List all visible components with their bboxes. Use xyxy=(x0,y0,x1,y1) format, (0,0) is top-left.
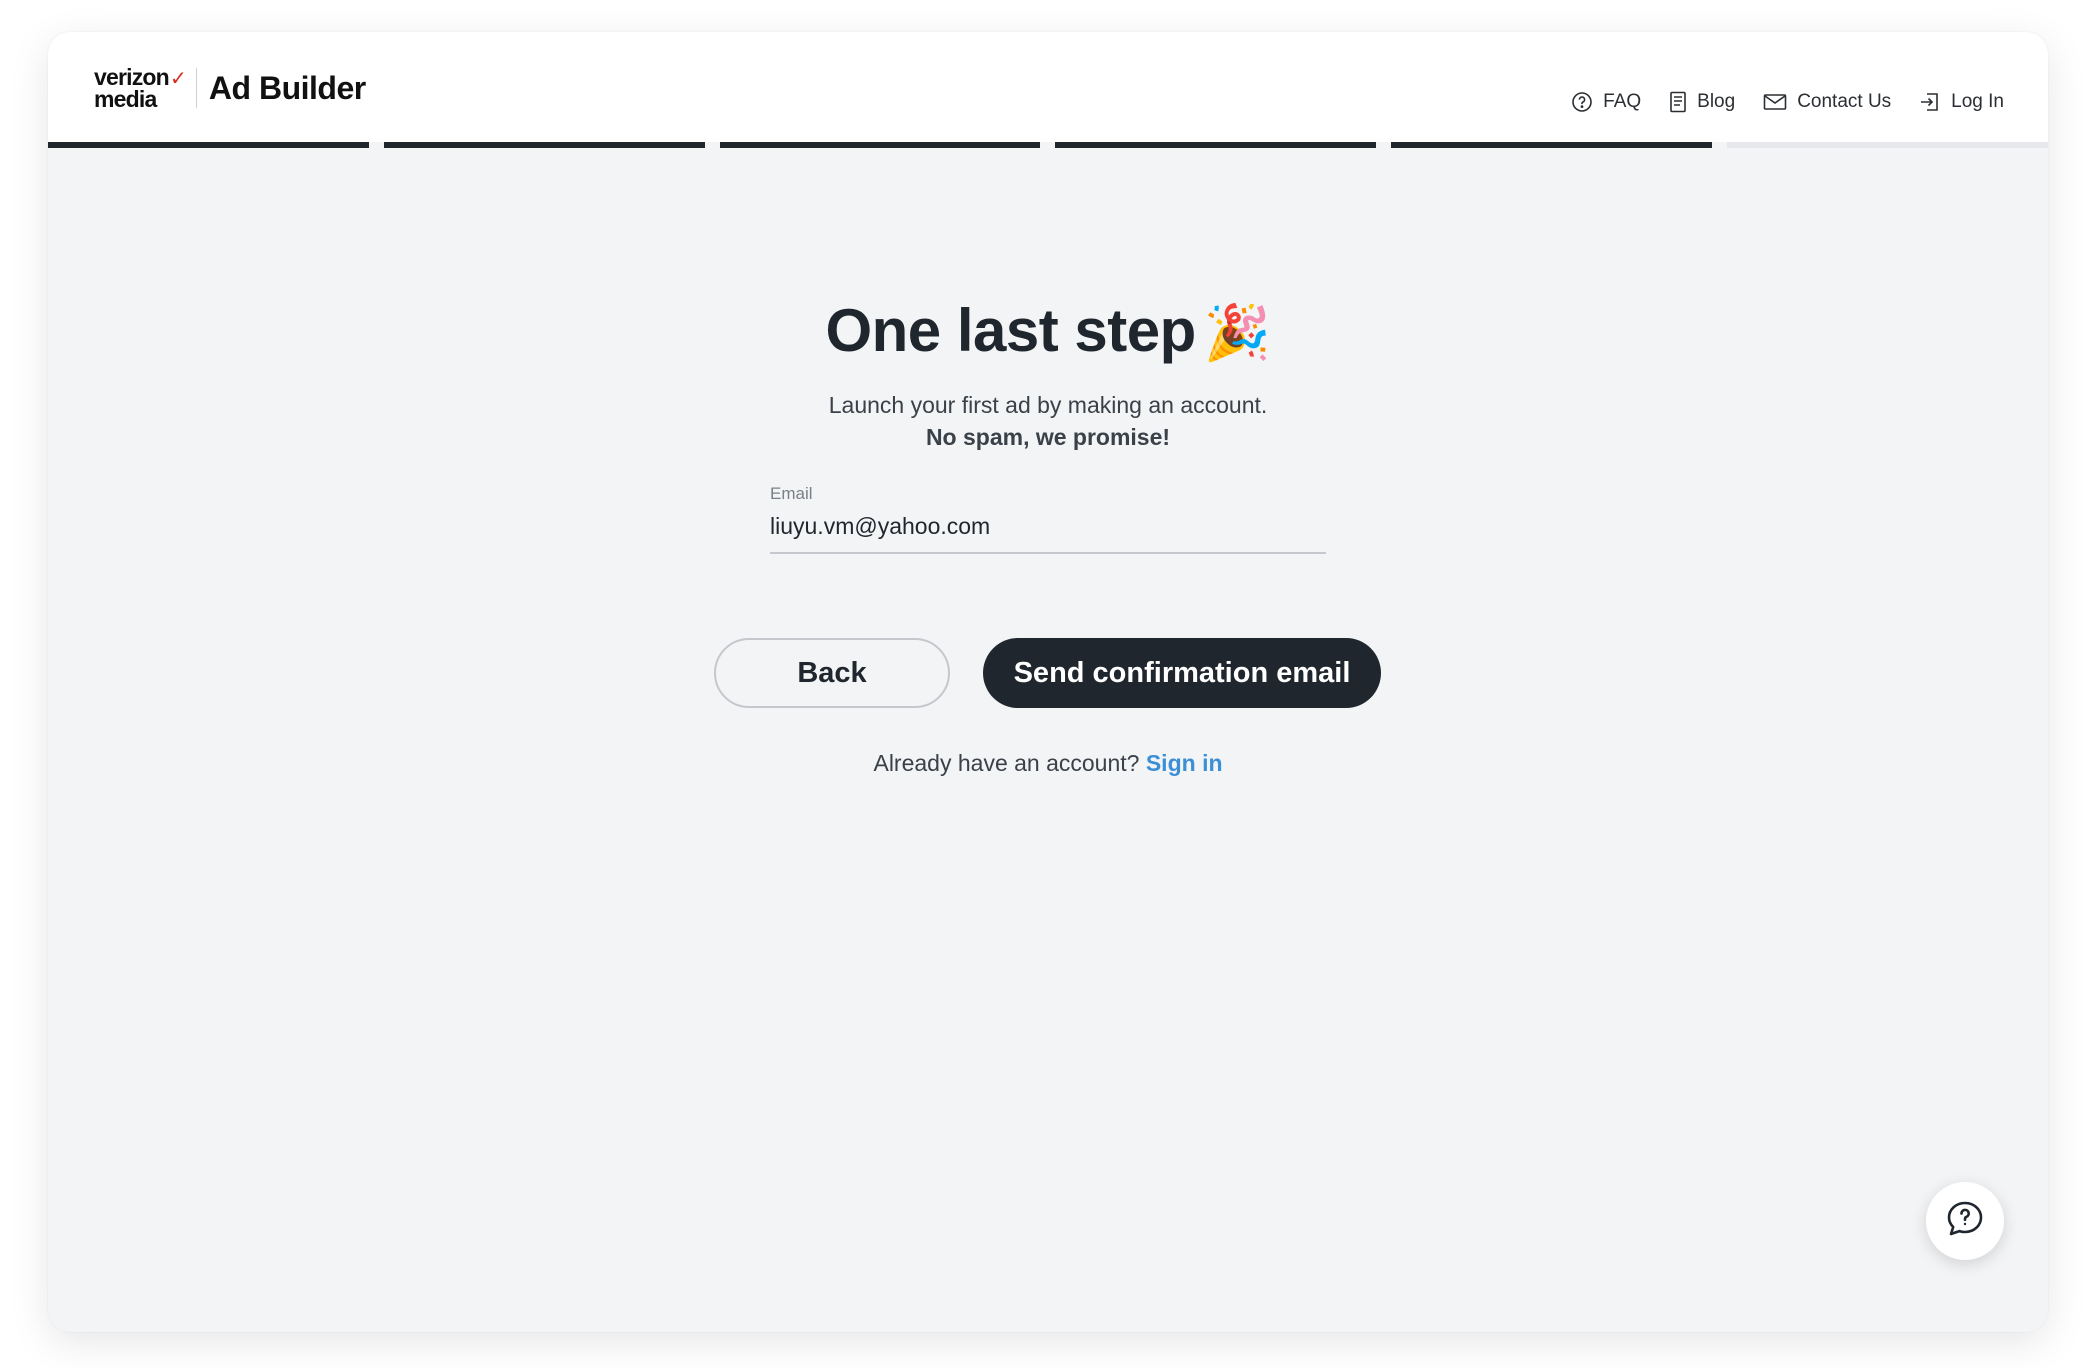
progress-step-6 xyxy=(1727,142,2048,148)
logo[interactable]: verizon✓ media Ad Builder xyxy=(94,64,366,112)
page-title: One last step 🎉 xyxy=(48,296,2048,365)
product-name: Ad Builder xyxy=(208,69,366,106)
nav-blog-label: Blog xyxy=(1697,91,1736,112)
chat-help-button[interactable] xyxy=(1926,1182,2004,1260)
app-window: verizon✓ media Ad Builder FAQ Blog Conta… xyxy=(48,32,2048,1332)
progress-step-3 xyxy=(719,142,1041,148)
question-circle-icon xyxy=(1571,91,1593,113)
progress-step-5 xyxy=(1391,142,1713,148)
logo-divider xyxy=(195,68,197,108)
nav-faq-label: FAQ xyxy=(1603,91,1642,112)
email-field: Email xyxy=(770,478,1326,554)
send-confirmation-email-button[interactable]: Send confirmation email xyxy=(983,638,1381,708)
chat-help-icon xyxy=(1944,1198,1986,1245)
no-spam-note: No spam, we promise! xyxy=(925,424,1171,450)
back-button[interactable]: Back xyxy=(714,638,950,708)
party-popper-icon: 🎉 xyxy=(1203,303,1271,363)
page-subtitle: Launch your first ad by making an accoun… xyxy=(828,392,1268,418)
brand-line2: media xyxy=(94,86,157,112)
page-title-text: One last step xyxy=(825,297,1196,364)
step-progress-bar xyxy=(48,142,2048,148)
sign-in-link[interactable]: Sign in xyxy=(1146,750,1223,776)
top-header: verizon✓ media Ad Builder FAQ Blog Conta… xyxy=(48,32,2048,142)
nav-contact-label: Contact Us xyxy=(1797,91,1892,112)
email-label: Email xyxy=(770,484,813,503)
document-icon xyxy=(1669,91,1687,113)
signin-prompt: Already have an account? Sign in xyxy=(48,750,2048,777)
envelope-icon xyxy=(1763,93,1787,111)
progress-step-2 xyxy=(383,142,705,148)
nav-login-label: Log In xyxy=(1951,91,2004,112)
verizon-media-logo: verizon✓ media xyxy=(94,66,187,112)
nav-blog[interactable]: Blog xyxy=(1669,91,1735,113)
nav-faq[interactable]: FAQ xyxy=(1571,91,1641,113)
progress-step-4 xyxy=(1055,142,1377,148)
brand-check-mark: ✓ xyxy=(169,68,187,90)
nav-log-in[interactable]: Log In xyxy=(1919,91,2004,113)
login-icon xyxy=(1919,91,1941,113)
signin-prompt-text: Already have an account? xyxy=(873,750,1140,776)
top-nav: FAQ Blog Contact Us Log In xyxy=(1571,91,2004,113)
nav-contact-us[interactable]: Contact Us xyxy=(1763,91,1891,113)
progress-step-1 xyxy=(48,142,369,148)
email-input[interactable] xyxy=(770,508,1326,544)
